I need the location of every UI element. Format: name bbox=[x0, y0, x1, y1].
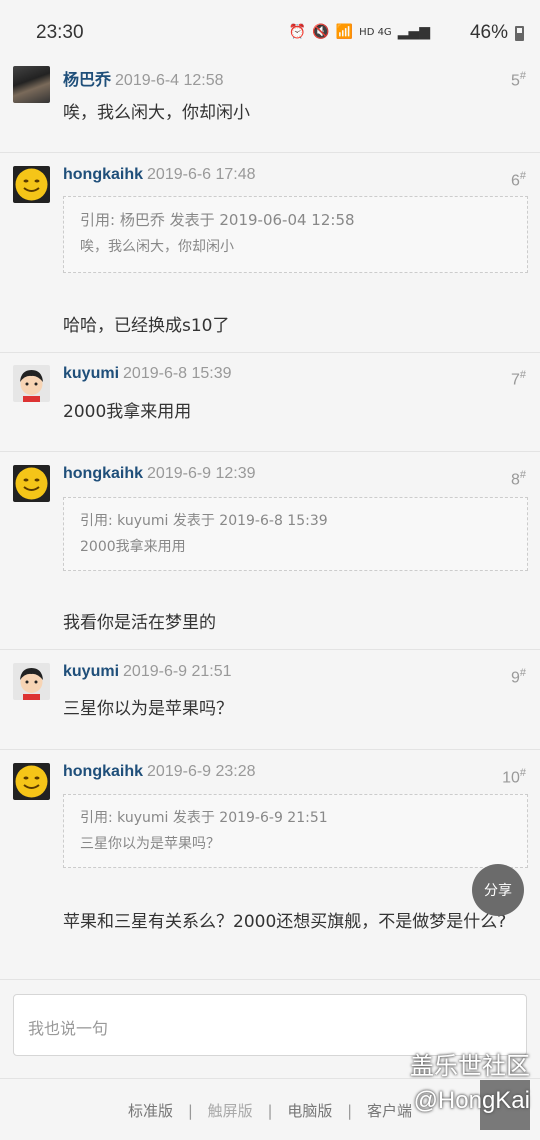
author-name[interactable]: hongkaihk bbox=[63, 763, 143, 780]
author-name[interactable]: hongkaihk bbox=[63, 166, 143, 183]
floor-number: 10# bbox=[502, 767, 526, 787]
post-author[interactable]: 杨巴乔 2019-6-4 12:58 bbox=[63, 66, 224, 90]
quote-body: 三星你以为是苹果吗？ bbox=[80, 836, 220, 852]
watermark-line2: @HongKai bbox=[413, 1087, 530, 1114]
footer-separator: | bbox=[347, 1102, 353, 1120]
battery-percent: 46% bbox=[469, 22, 508, 43]
quote-block: 引用: 杨巴乔 发表于 2019-06-04 12:58 唉，我么闲大，你却闲小 bbox=[63, 196, 528, 273]
watermark: 盖乐世社区 @HongKai bbox=[410, 1050, 530, 1118]
status-time: 23:30 bbox=[36, 22, 84, 43]
quote-head: 引用: kuyumi 发表于 2019-6-8 15:39 bbox=[80, 513, 328, 529]
network-label: HD 4G bbox=[359, 26, 392, 38]
post-item: kuyumi 2019-6-8 15:39 7# 2000我拿来用用 bbox=[0, 353, 540, 452]
floor-number: 8# bbox=[510, 469, 526, 489]
post-date: 2019-6-8 15:39 bbox=[123, 365, 232, 382]
post-item: hongkaihk 2019-6-9 23:28 10# 引用: kuyumi 发… bbox=[0, 750, 540, 980]
author-name[interactable]: kuyumi bbox=[63, 365, 119, 382]
smiley-avatar[interactable] bbox=[13, 166, 50, 203]
quote-block: 引用: kuyumi 发表于 2019-6-9 21:51 三星你以为是苹果吗？ bbox=[63, 794, 528, 868]
footer-standard-link[interactable]: 标准版 bbox=[128, 1102, 173, 1120]
post-date: 2019-6-9 23:28 bbox=[147, 763, 256, 780]
smiley-avatar[interactable] bbox=[13, 763, 50, 800]
cartoon-boy-avatar[interactable] bbox=[13, 663, 50, 700]
post-content: 唉，我么闲大，你却闲小 bbox=[63, 103, 250, 123]
post-content: 哈哈，已经换成s10了 bbox=[63, 316, 230, 336]
post-date: 2019-6-6 17:48 bbox=[147, 166, 256, 183]
battery-icon bbox=[515, 26, 524, 41]
floor-number: 9# bbox=[510, 667, 526, 687]
post-item: hongkaihk 2019-6-6 17:48 6# 引用: 杨巴乔 发表于 2… bbox=[0, 153, 540, 353]
wifi-icon: 📶 bbox=[335, 24, 354, 40]
post-content: 苹果和三星有关系么？2000还想买旗舰，不是做梦是什么? bbox=[63, 912, 507, 932]
post-author[interactable]: hongkaihk 2019-6-9 12:39 bbox=[63, 465, 256, 483]
post-date: 2019-6-9 12:39 bbox=[147, 465, 256, 482]
quote-head: 引用: kuyumi 发表于 2019-6-9 21:51 bbox=[80, 810, 328, 826]
post-item: kuyumi 2019-6-9 21:51 9# 三星你以为是苹果吗？ bbox=[0, 650, 540, 750]
footer-touch-link[interactable]: 触屏版 bbox=[208, 1102, 253, 1120]
quote-body: 唉，我么闲大，你却闲小 bbox=[80, 239, 234, 255]
quote-block: 引用: kuyumi 发表于 2019-6-8 15:39 2000我拿来用用 bbox=[63, 497, 528, 571]
author-name[interactable]: kuyumi bbox=[63, 663, 119, 680]
quote-head: 引用: 杨巴乔 发表于 2019-06-04 12:58 bbox=[80, 211, 355, 229]
cartoon-boy-avatar[interactable] bbox=[13, 365, 50, 402]
post-author[interactable]: kuyumi 2019-6-8 15:39 bbox=[63, 365, 232, 383]
post-content: 三星你以为是苹果吗？ bbox=[63, 699, 233, 719]
author-name[interactable]: hongkaihk bbox=[63, 465, 143, 482]
signal-icon: ▂▄▆ bbox=[397, 24, 430, 40]
post-content: 我看你是活在梦里的 bbox=[63, 613, 216, 633]
floor-number: 7# bbox=[510, 369, 526, 389]
footer-client-link[interactable]: 客户端 bbox=[367, 1102, 412, 1120]
status-icons: ⏰ 🔇 📶 HD 4G ▂▄▆ bbox=[289, 24, 430, 40]
footer-separator: | bbox=[267, 1102, 273, 1120]
footer-separator: | bbox=[187, 1102, 193, 1120]
post-date: 2019-6-9 21:51 bbox=[123, 663, 232, 680]
smiley-avatar[interactable] bbox=[13, 465, 50, 502]
post-author[interactable]: kuyumi 2019-6-9 21:51 bbox=[63, 663, 232, 681]
photo-avatar[interactable] bbox=[13, 66, 50, 103]
post-content: 2000我拿来用用 bbox=[63, 402, 192, 422]
post-date: 2019-6-4 12:58 bbox=[115, 72, 224, 89]
author-name[interactable]: 杨巴乔 bbox=[63, 72, 111, 89]
quote-body: 2000我拿来用用 bbox=[80, 539, 186, 555]
floor-number: 6# bbox=[510, 170, 526, 190]
floor-number: 5# bbox=[510, 70, 526, 90]
alarm-icon: ⏰ bbox=[288, 24, 307, 40]
watermark-line1: 盖乐世社区 bbox=[410, 1053, 530, 1080]
mute-icon: 🔇 bbox=[312, 24, 330, 40]
post-item: hongkaihk 2019-6-9 12:39 8# 引用: kuyumi 发表… bbox=[0, 452, 540, 650]
share-button[interactable]: 分享 bbox=[472, 864, 524, 916]
post-author[interactable]: hongkaihk 2019-6-6 17:48 bbox=[63, 166, 256, 184]
post-author[interactable]: hongkaihk 2019-6-9 23:28 bbox=[63, 763, 256, 781]
status-bar: 23:30 ⏰ 🔇 📶 HD 4G ▂▄▆ 46% bbox=[0, 0, 540, 60]
footer-desktop-link[interactable]: 电脑版 bbox=[287, 1102, 332, 1120]
reply-input[interactable]: 我也说一句 bbox=[13, 994, 527, 1056]
post-item: 杨巴乔 2019-6-4 12:58 5# 唉，我么闲大，你却闲小 bbox=[0, 56, 540, 153]
